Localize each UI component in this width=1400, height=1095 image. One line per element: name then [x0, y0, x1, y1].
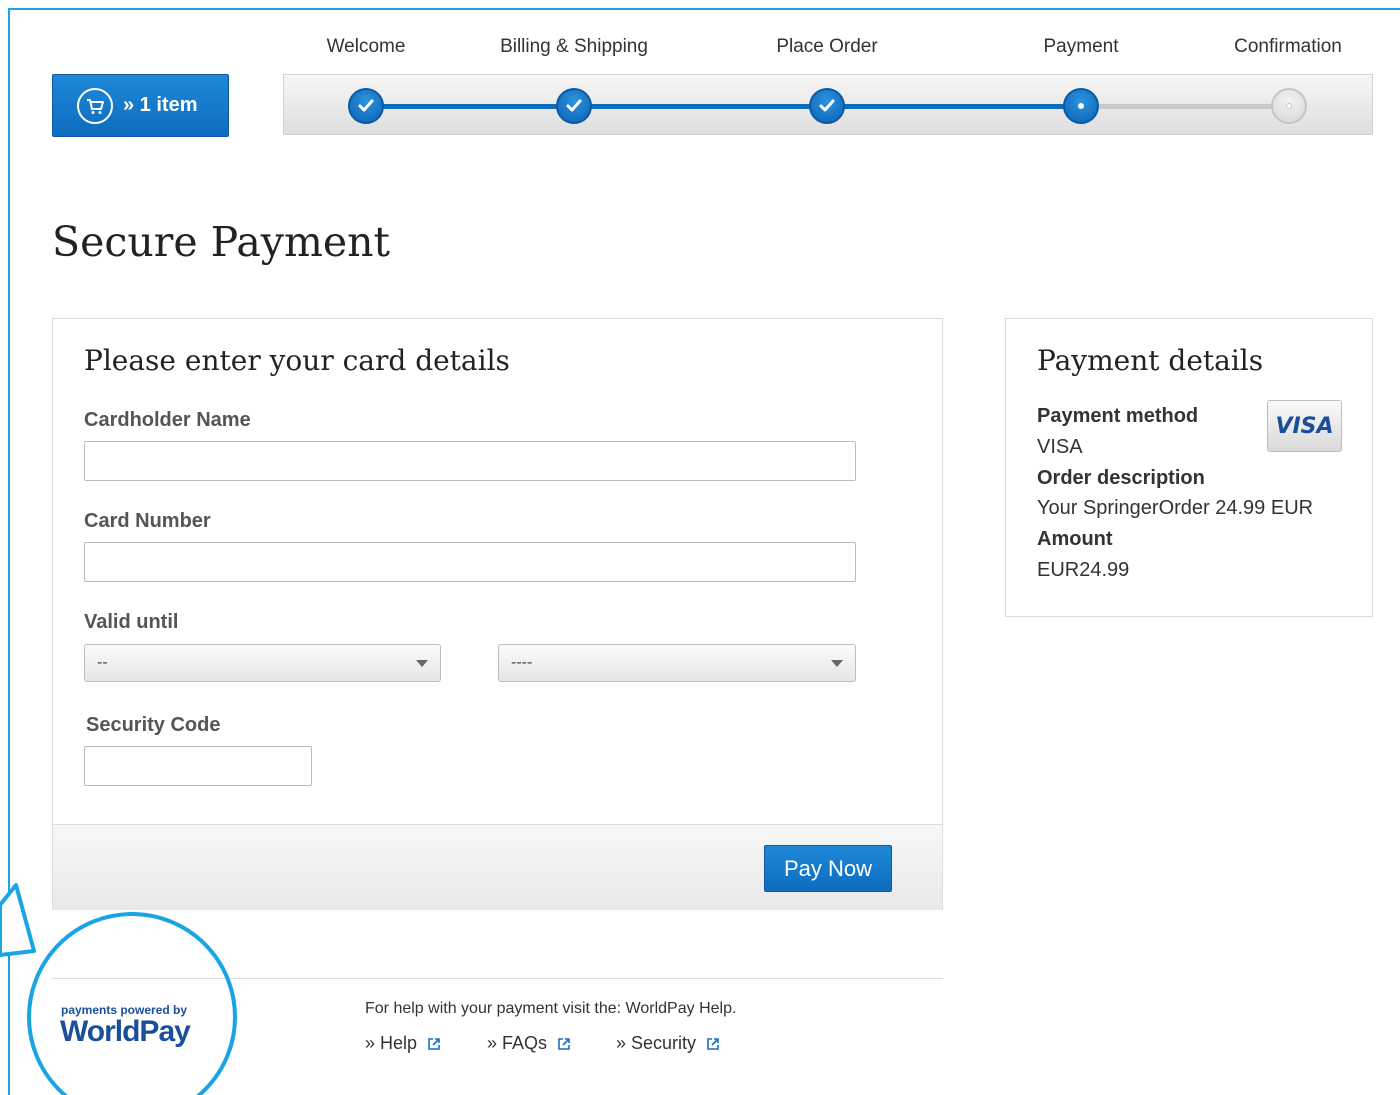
- step-confirmation-pending: [1271, 88, 1307, 124]
- payment-method-value: VISA: [1037, 436, 1083, 458]
- help-text: For help with your payment visit the: Wo…: [365, 1000, 737, 1017]
- page-title: Secure Payment: [52, 218, 390, 266]
- order-description-value: Your SpringerOrder 24.99 EUR: [1037, 497, 1314, 519]
- faqs-link-label: » FAQs: [487, 1033, 548, 1053]
- valid-until-label: Valid until: [84, 611, 179, 633]
- checkout-steps-labels: Welcome Billing & Shipping Place Order P…: [0, 36, 1400, 66]
- checkmark-icon: [566, 99, 582, 112]
- order-description-label: Order description: [1037, 467, 1205, 489]
- payment-method-label: Payment method: [1037, 405, 1199, 427]
- progress-track-complete: [366, 104, 1082, 109]
- cardholder-name-input[interactable]: [84, 441, 856, 481]
- step-place-order-done: [809, 88, 845, 124]
- card-details-title: Please enter your card details: [84, 344, 510, 377]
- step-payment-current: [1063, 88, 1099, 124]
- card-number-label: Card Number: [84, 510, 211, 532]
- pay-now-button[interactable]: Pay Now: [764, 845, 892, 892]
- external-link-icon: [707, 1037, 719, 1050]
- amount-label: Amount: [1037, 528, 1113, 550]
- checkmark-icon: [358, 99, 374, 112]
- step-billing-shipping-done: [556, 88, 592, 124]
- chevron-down-icon: [831, 660, 843, 667]
- payment-details-panel: Payment details Payment method VISA VISA…: [1005, 318, 1373, 617]
- expiry-year-select[interactable]: ----: [498, 644, 856, 682]
- help-link-label: » Help: [365, 1033, 418, 1053]
- progress-track-remaining: [1082, 104, 1290, 109]
- callout-frame-top: [8, 8, 1400, 10]
- cart-button[interactable]: » 1 item: [52, 74, 229, 137]
- pending-step-pip: [1286, 103, 1292, 109]
- help-link[interactable]: » Help: [365, 1033, 441, 1054]
- external-link-icon: [558, 1037, 570, 1050]
- checkout-progress-bar: [283, 74, 1373, 135]
- expiry-year-value: ----: [511, 654, 533, 671]
- external-link-icon: [428, 1037, 440, 1050]
- security-link-label: » Security: [616, 1033, 697, 1053]
- card-form-footer: Pay Now: [53, 824, 942, 910]
- step-welcome-done: [348, 88, 384, 124]
- payment-details-title: Payment details: [1037, 344, 1264, 377]
- checkmark-icon: [819, 99, 835, 112]
- step-label-billing-shipping: Billing & Shipping: [500, 36, 648, 57]
- faqs-link[interactable]: » FAQs: [487, 1033, 571, 1054]
- security-code-label: Security Code: [86, 714, 221, 736]
- cardholder-name-label: Cardholder Name: [84, 409, 251, 431]
- security-link[interactable]: » Security: [616, 1033, 720, 1054]
- step-label-payment: Payment: [1043, 36, 1119, 57]
- step-label-confirmation: Confirmation: [1234, 36, 1342, 57]
- security-code-input[interactable]: [84, 746, 312, 786]
- chevron-down-icon: [416, 660, 428, 667]
- card-details-panel: Please enter your card details Cardholde…: [52, 318, 943, 910]
- card-number-input[interactable]: [84, 542, 856, 582]
- expiry-month-value: --: [97, 654, 108, 671]
- cart-label: » 1 item: [123, 94, 198, 116]
- expiry-month-select[interactable]: --: [84, 644, 441, 682]
- worldpay-logo: WorldPay: [60, 1015, 191, 1048]
- visa-card-logo: VISA: [1267, 400, 1342, 452]
- amount-value: EUR24.99: [1037, 559, 1130, 581]
- step-label-place-order: Place Order: [776, 36, 878, 57]
- current-step-pip: [1078, 103, 1084, 109]
- step-label-welcome: Welcome: [326, 36, 406, 57]
- cart-icon: [77, 87, 113, 124]
